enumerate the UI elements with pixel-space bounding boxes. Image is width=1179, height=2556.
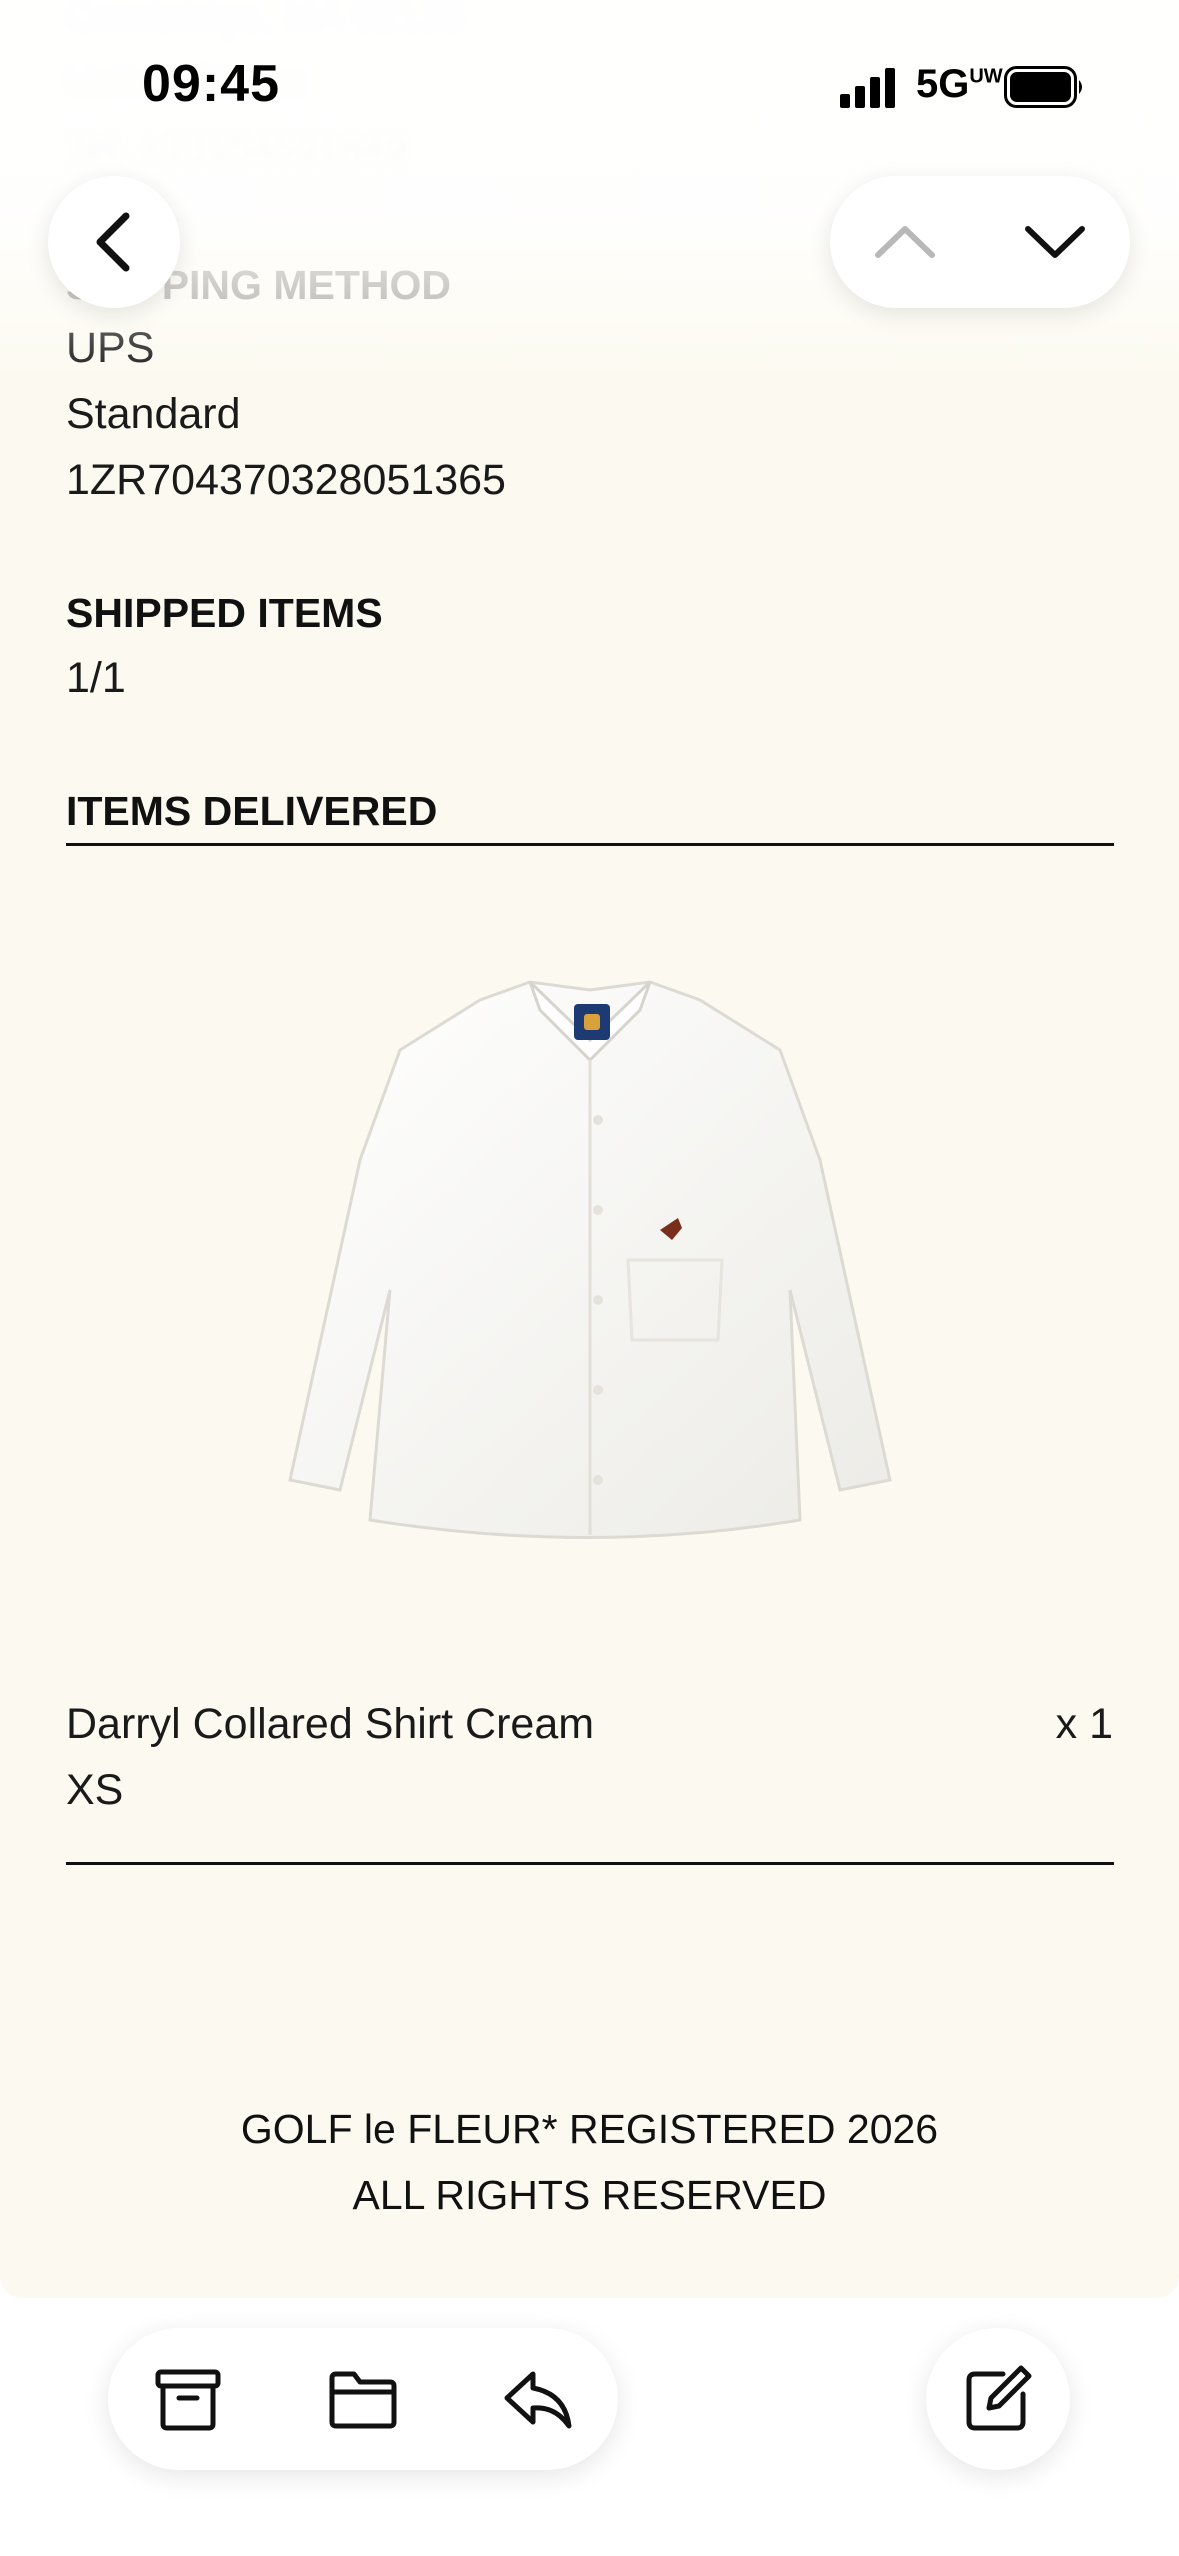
footer-copyright: GOLF le FLEUR* REGISTERED 2026 xyxy=(240,2106,939,2152)
item-quantity: x 1 xyxy=(1055,1700,1113,1748)
message-nav-pill xyxy=(830,176,1130,308)
compose-button[interactable] xyxy=(926,2328,1070,2470)
shipping-service: Standard xyxy=(66,390,241,438)
chevron-up-icon[interactable] xyxy=(870,217,940,267)
archive-icon[interactable] xyxy=(153,2364,223,2434)
chevron-down-icon[interactable] xyxy=(1020,217,1090,267)
footer-rights: ALL RIGHTS RESERVED xyxy=(352,2172,827,2218)
product-image[interactable] xyxy=(280,960,900,1580)
compose-icon xyxy=(966,2365,1032,2431)
item-name[interactable]: Darryl Collared Shirt Cream xyxy=(66,1700,594,1749)
back-button[interactable] xyxy=(48,176,180,308)
status-bar: 09:45 5GUW xyxy=(0,0,1179,160)
shipped-items-label: SHIPPED ITEMS xyxy=(66,590,383,636)
reply-icon[interactable] xyxy=(503,2364,573,2434)
item-size: XS xyxy=(66,1766,124,1814)
folder-icon[interactable] xyxy=(328,2364,398,2434)
signal-icon xyxy=(840,68,895,108)
shipped-items-count: 1/1 xyxy=(66,654,126,702)
bottom-toolbar xyxy=(108,2328,618,2470)
tracking-number[interactable]: 1ZR704370328051365 xyxy=(66,456,506,505)
shipping-carrier: UPS xyxy=(66,324,155,372)
item-divider xyxy=(66,1862,1114,1865)
section-divider xyxy=(66,843,1114,846)
status-time: 09:45 xyxy=(142,55,280,113)
items-delivered-label: ITEMS DELIVERED xyxy=(66,788,438,834)
chevron-left-icon xyxy=(96,212,130,272)
battery-icon xyxy=(1004,66,1082,108)
network-indicator: 5GUW xyxy=(916,62,1003,106)
